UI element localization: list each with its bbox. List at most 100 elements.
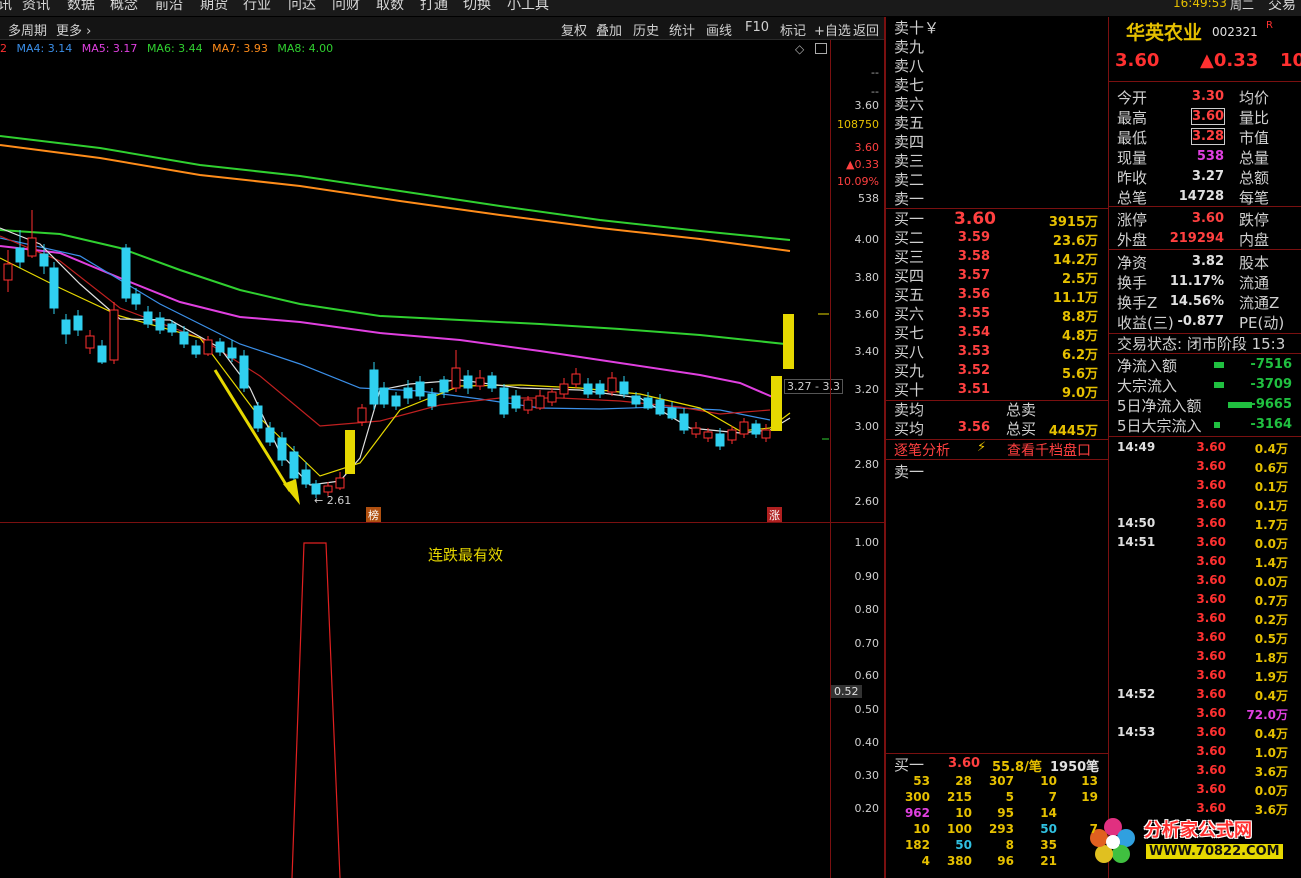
queue-cell: 10 (1040, 774, 1057, 788)
tick-volume: 0.7万 (1254, 594, 1288, 608)
menu-item[interactable]: 问财 (332, 0, 360, 14)
tick-price: 3.60 (1196, 554, 1226, 568)
buy-level-label[interactable]: 买一 (894, 208, 924, 229)
quote-label-right: 每笔 (1239, 189, 1270, 207)
ma-legend-item: MA5: 3.17 (81, 42, 138, 55)
diamond-icon[interactable]: ◇ (795, 42, 804, 56)
sell-level[interactable]: 卖一 (894, 188, 924, 209)
sell-level[interactable]: 卖九 (894, 36, 924, 57)
kline-chart[interactable] (0, 58, 830, 522)
tick-price: 3.60 (1196, 649, 1226, 663)
candle-body (463, 375, 473, 389)
indicator-tick: 0.80 (854, 603, 880, 616)
trade-menu[interactable]: 交易 (1268, 0, 1296, 14)
queue-cell: 4 (921, 854, 930, 868)
indicator-chart[interactable] (0, 523, 830, 878)
toolbar-button-f10[interactable]: F10 (745, 20, 769, 35)
fund-label-right: 流通 (1239, 274, 1270, 292)
menu-item[interactable]: 期货 (200, 0, 228, 14)
zhang-badge[interactable]: 涨 (767, 507, 782, 523)
menu-item[interactable]: 讯 (0, 0, 12, 14)
sell-level[interactable]: 卖五 (894, 112, 924, 133)
buy-level-label[interactable]: 买五 (894, 284, 924, 305)
toolbar-button-stats[interactable]: 统计 (669, 20, 695, 39)
toolbar-button-mark[interactable]: 标记 (780, 20, 806, 39)
sell-avg-label: 卖均 (894, 401, 925, 419)
axis-info: 108750 (837, 118, 879, 131)
tick-price: 3.60 (1196, 516, 1226, 530)
quote-label-right: 量比 (1239, 109, 1270, 127)
view-depth-link[interactable]: 查看千档盘口 (1007, 440, 1091, 460)
menu-item[interactable]: 取数 (376, 0, 404, 14)
queue-cell: 7 (1048, 790, 1057, 804)
menu-item[interactable]: 问达 (288, 0, 316, 14)
period-selector[interactable]: 多周期 (8, 20, 47, 39)
menu-item[interactable]: 打通 (420, 0, 448, 14)
buy-level-label[interactable]: 买六 (894, 303, 924, 324)
bang-badge[interactable]: 榜 (366, 507, 381, 523)
candle-body (301, 469, 311, 485)
queue-cell: 5 (1005, 790, 1014, 804)
sell-level[interactable]: 卖三 (894, 150, 924, 171)
candle-body (727, 429, 737, 441)
weekday: 周二 (1230, 0, 1255, 12)
sell-level[interactable]: 卖四 (894, 131, 924, 152)
candle-body (427, 393, 437, 407)
tick-volume: 1.0万 (1254, 746, 1288, 760)
quote-label: 昨收 (1117, 169, 1148, 187)
buy-level-label[interactable]: 买九 (894, 360, 924, 381)
queue-cell: 53 (913, 774, 930, 788)
toolbar-button-history[interactable]: 历史 (633, 20, 659, 39)
sell-level[interactable]: 卖六 (894, 93, 924, 114)
candle-body (523, 399, 533, 411)
tick-volume: 3.6万 (1254, 803, 1288, 817)
ma-legend-item: MA8: 4.00 (277, 42, 334, 55)
menu-item[interactable]: 小工具 (507, 0, 549, 14)
axis-info: 538 (858, 192, 879, 205)
menu-item[interactable]: 概念 (110, 0, 138, 14)
fund-value: 14.56% (1169, 294, 1224, 309)
candle-body (155, 317, 165, 331)
window-toggle-icon[interactable] (815, 43, 827, 54)
buy-level-label[interactable]: 买十 (894, 379, 924, 400)
sell-level[interactable]: 卖八 (894, 55, 924, 76)
toolbar-button-back[interactable]: 返回 (853, 20, 879, 39)
candle-body (571, 373, 581, 385)
buy-level-label[interactable]: 买四 (894, 265, 924, 286)
sell-level[interactable]: 卖七 (894, 74, 924, 95)
more-button[interactable]: 更多 › (56, 20, 91, 39)
buy-level-label[interactable]: 买三 (894, 246, 924, 267)
candle-body (311, 483, 321, 495)
candle-body (143, 311, 153, 325)
toolbar-button-draw[interactable]: 画线 (706, 20, 732, 39)
toolbar-button-add-watchlist[interactable]: +自选 (814, 20, 851, 39)
candle-body (277, 437, 287, 461)
tick-volume: 3.6万 (1254, 765, 1288, 779)
tick-analysis-link[interactable]: 逐笔分析 (894, 440, 950, 460)
buy-level-label[interactable]: 买八 (894, 341, 924, 362)
tick-volume: 0.1万 (1254, 499, 1288, 513)
candle-body (583, 383, 593, 395)
menu-item[interactable]: 切换 (463, 0, 491, 14)
buy-level-label[interactable]: 买二 (894, 227, 924, 248)
toolbar-button-overlay[interactable]: 叠加 (596, 20, 622, 39)
toolbar-button-fuquan[interactable]: 复权 (561, 20, 587, 39)
candle-body (39, 253, 49, 267)
indicator-axis: 1.00 0.90 0.80 0.70 0.60 0.50 0.40 0.30 … (830, 523, 885, 878)
tick-price: 3.60 (1196, 801, 1226, 815)
quote-label: 总笔 (1117, 189, 1148, 207)
buy-level-label[interactable]: 买七 (894, 322, 924, 343)
candle-body (619, 381, 629, 395)
limit-value: 219294 (1169, 231, 1224, 246)
menu-item[interactable]: 行业 (243, 0, 271, 14)
sell-level[interactable]: 卖二 (894, 169, 924, 190)
fund-label-right: 流通Z (1239, 294, 1280, 312)
total-sell-label: 总卖 (1006, 401, 1037, 419)
menu-item[interactable]: 资讯 (22, 0, 50, 14)
menu-item[interactable]: 数据 (67, 0, 95, 14)
sell-level[interactable]: 卖十￥ (894, 17, 939, 38)
menu-item[interactable]: 前沿 (155, 0, 183, 14)
tick-price: 3.60 (1196, 668, 1226, 682)
quote-label: 最低 (1117, 129, 1148, 147)
tick-price: 3.60 (1196, 535, 1226, 549)
